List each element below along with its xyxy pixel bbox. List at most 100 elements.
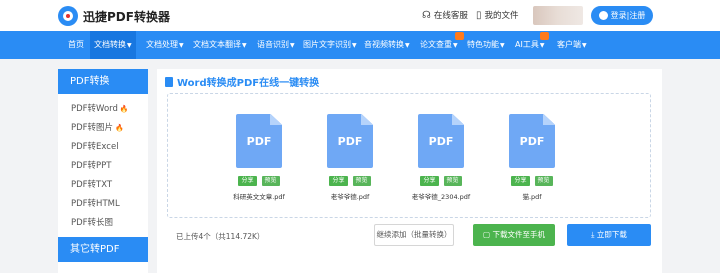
preview-button[interactable]: 预览	[352, 176, 371, 186]
preview-button[interactable]: 预览	[261, 176, 280, 186]
nav-item-label: 论文查重	[420, 40, 452, 49]
pdf-icon-label: PDF	[246, 135, 272, 148]
customer-service-label: 在线客服	[433, 11, 468, 21]
file-name: 科研英文文章.pdf	[233, 193, 285, 201]
preview-button[interactable]: 预览	[443, 176, 462, 186]
file-card: PDF 分享 预览 老爷爷德_2304.pdf	[401, 114, 481, 201]
pdf-icon-label: PDF	[337, 135, 363, 148]
sidebar-item-label: PDF转Excel	[71, 142, 119, 152]
pdf-icon-label: PDF	[428, 135, 454, 148]
main-panel: Word转换成PDF在线一键转换 PDF 分享 预览 科研英文文章.pdf PDF 分享预…	[157, 69, 662, 273]
nav-item-10[interactable]: 客户端▼	[557, 31, 587, 59]
fire-icon: 🔥	[119, 105, 129, 113]
nav-item-0[interactable]: 首页	[68, 31, 84, 59]
customer-service-link[interactable]: ☊ 在线客服	[422, 9, 468, 22]
nav-item-label: 语音识别	[257, 40, 289, 49]
file-card: PDF 分享 预览老爷爷德.pdf	[310, 114, 390, 201]
chevron-down-icon: ▼	[539, 42, 545, 49]
nav-item-label: 音视频转换	[364, 40, 404, 49]
chevron-down-icon: ▼	[352, 42, 357, 49]
download-to-phone-button[interactable]: ▢ 下载文件至手机	[473, 224, 555, 246]
sidebar-heading-pdf-convert[interactable]: PDF转换	[58, 69, 148, 94]
app-logo[interactable]	[58, 6, 78, 26]
brand-name[interactable]: 迅捷PDF转换器	[83, 8, 170, 25]
chevron-down-icon: ▼	[179, 42, 184, 49]
share-button[interactable]: 分享	[329, 176, 348, 186]
sidebar-list: PDF转Word 🔥 PDF转图片 🔥 PDF转Excel PDF转PPT PDF转TXT P…	[58, 94, 148, 233]
nav-item-label: 文档文本翻译	[193, 40, 241, 49]
nav-item-7[interactable]: 论文查重▼	[420, 31, 458, 59]
preview-button[interactable]: 预览	[534, 176, 553, 186]
nav-item-label: AI工具	[515, 40, 539, 49]
sidebar: PDF转换 PDF转Word 🔥 PDF转图片 🔥 PDF转Excel PDF转PPT PD…	[58, 69, 148, 273]
chevron-down-icon: ▼	[127, 42, 132, 49]
nav-item-1[interactable]: 文档转换▼	[90, 31, 136, 59]
nav-item-8[interactable]: 特色功能▼	[467, 31, 505, 59]
nav-item-label: 图片文字识别	[303, 40, 351, 49]
share-button[interactable]: 分享	[420, 176, 439, 186]
pdf-file-icon: PDF	[327, 114, 373, 168]
sidebar-item-1[interactable]: PDF转图片 🔥	[58, 119, 148, 138]
nav-item-2[interactable]: 文档处理▼	[146, 31, 184, 59]
sidebar-item-0[interactable]: PDF转Word 🔥	[58, 100, 148, 119]
sidebar-item-label: PDF转长图	[71, 218, 114, 228]
nav-item-label: 文档转换	[94, 40, 126, 49]
login-label: 登录|注册	[610, 11, 646, 20]
sidebar-item-2[interactable]: PDF转Excel	[58, 138, 148, 157]
continue-add-button[interactable]: 继续添加（批量转换）	[374, 224, 454, 246]
hot-tag-icon	[455, 32, 464, 40]
file-card: PDF 分享 预览科研英文文章.pdf	[219, 114, 299, 201]
file-name: 猫.pdf	[522, 193, 542, 201]
sidebar-item-label: PDF转TXT	[71, 180, 113, 190]
sidebar-item-label: PDF转PPT	[71, 161, 112, 171]
nav-item-5[interactable]: 图片文字识别▼	[303, 31, 357, 59]
main-nav: 首页 文档转换▼ 文档处理▼ 文档文本翻译▼ 语音识别▼ 图片文字识别▼ 音视频转换▼ 论文查…	[0, 31, 720, 59]
pdf-icon-label: PDF	[519, 135, 545, 148]
fire-icon: 🔥	[115, 124, 124, 132]
hot-tag-icon	[540, 32, 549, 40]
document-icon: ▯	[476, 9, 482, 21]
pdf-file-icon: PDF	[509, 114, 555, 168]
chevron-down-icon: ▼	[405, 42, 410, 49]
my-files-link[interactable]: ▯ 我的文件	[476, 9, 519, 22]
action-bar: 已上传4个（共114.72K） 继续添加（批量转换） ▢ 下载文件至手机 ⤓ 立…	[167, 218, 651, 256]
nav-item-label: 首页	[68, 40, 84, 49]
nav-item-6[interactable]: 音视频转换▼	[364, 31, 410, 59]
page-title-text: Word转换成PDF在线一键转换	[177, 78, 320, 89]
user-icon	[598, 11, 608, 20]
top-header: 迅捷PDF转换器 ☊ 在线客服 ▯ 我的文件 登录|注册	[0, 0, 720, 31]
download-now-label: 立即下载	[596, 230, 627, 239]
login-register-button[interactable]: 登录|注册	[591, 6, 653, 25]
sidebar-item-5[interactable]: PDF转HTML	[58, 195, 148, 214]
file-actions: 分享 预览	[492, 176, 572, 186]
file-card: PDF 分享 预览猫.pdf	[492, 114, 572, 201]
file-name: 老爷爷德.pdf	[330, 193, 370, 201]
page-title: Word转换成PDF在线一键转换	[165, 74, 319, 89]
sidebar-heading-other-to-pdf[interactable]: 其它转PDF	[58, 237, 148, 262]
sidebar-item-label: PDF转图片	[71, 123, 114, 133]
headset-icon: ☊	[422, 9, 431, 21]
chevron-down-icon: ▼	[290, 42, 295, 49]
nav-item-4[interactable]: 语音识别▼	[257, 31, 295, 59]
document-icon	[165, 76, 173, 87]
nav-item-label: 客户端	[557, 40, 581, 49]
my-files-label: 我的文件	[484, 11, 519, 21]
share-button[interactable]: 分享	[511, 176, 530, 186]
nav-item-label: 特色功能	[467, 40, 499, 49]
sidebar-item-6[interactable]: PDF转长图	[58, 214, 148, 233]
download-now-button[interactable]: ⤓ 立即下载	[567, 224, 651, 246]
share-button[interactable]: 分享	[238, 176, 257, 186]
file-drop-zone[interactable]: PDF 分享 预览 科研英文文章.pdf PDF 分享 预览 老爷爷德.pdf PDF 分享 预览老…	[167, 93, 651, 218]
chevron-down-icon: ▼	[453, 42, 458, 49]
download-to-phone-label: 下载文件至手机	[492, 230, 545, 239]
sidebar-item-label: PDF转HTML	[71, 199, 120, 209]
sidebar-item-label: PDF转Word	[71, 104, 118, 114]
sidebar-item-3[interactable]: PDF转PPT	[58, 157, 148, 176]
sidebar-item-4[interactable]: PDF转TXT	[58, 176, 148, 195]
pdf-file-icon: PDF	[236, 114, 282, 168]
chevron-down-icon: ▼	[500, 42, 505, 49]
file-actions: 分享 预览	[219, 176, 299, 186]
user-avatar-blurred	[533, 6, 583, 25]
file-actions: 分享 预览	[310, 176, 390, 186]
nav-item-3[interactable]: 文档文本翻译▼	[193, 31, 247, 59]
